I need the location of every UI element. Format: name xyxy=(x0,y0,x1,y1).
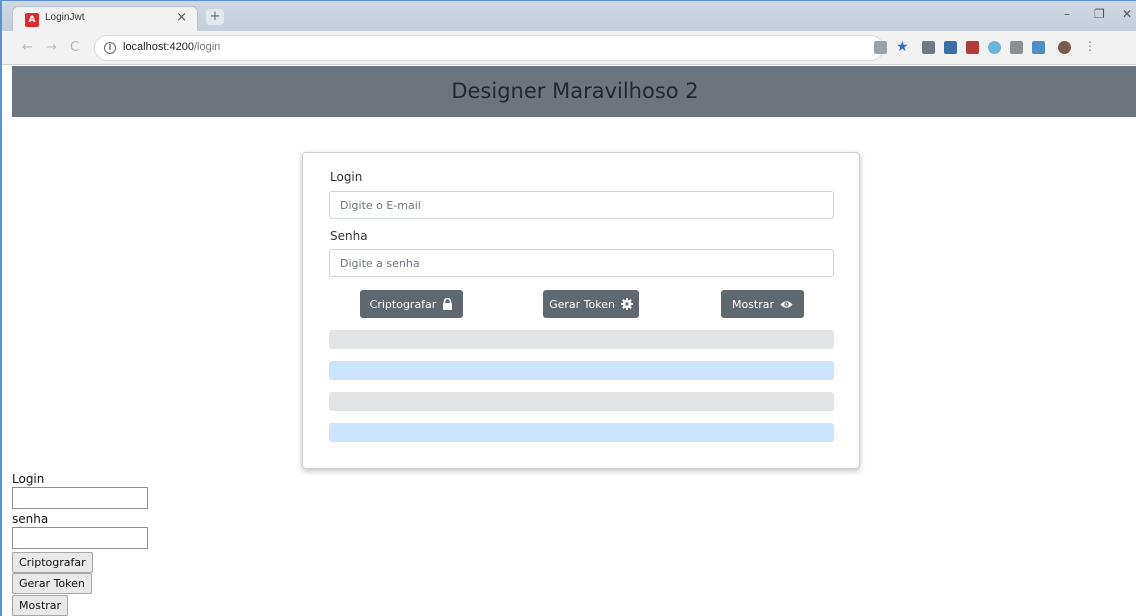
extension-icon[interactable] xyxy=(1010,41,1023,54)
back-button[interactable]: ← xyxy=(22,40,33,55)
extension-icon[interactable] xyxy=(922,41,935,54)
result-alert-gray xyxy=(329,330,834,349)
new-tab-button[interactable]: + xyxy=(206,9,224,25)
result-alert-gray xyxy=(329,392,834,411)
plain-senha-label: senha xyxy=(12,512,49,526)
tab-title: LoginJwt xyxy=(45,12,85,23)
gear-icon xyxy=(620,298,633,310)
result-alert-blue xyxy=(329,361,834,380)
pdf-extension-icon[interactable] xyxy=(966,41,979,54)
url-text: localhost:4200/login xyxy=(123,41,220,53)
url-path: /login xyxy=(193,41,221,53)
extension-icon[interactable] xyxy=(1032,41,1045,54)
plain-login-label: Login xyxy=(12,472,45,486)
login-label: Login xyxy=(330,170,363,184)
tab-close-icon[interactable]: × xyxy=(176,10,187,25)
profile-avatar[interactable] xyxy=(1058,41,1071,54)
eye-icon xyxy=(780,300,793,308)
gerar-token-button[interactable]: Gerar Token xyxy=(543,290,639,318)
plain-gerar-token-button[interactable]: Gerar Token xyxy=(12,573,92,594)
login-card: Login Senha Criptografar Gerar Token Mos… xyxy=(302,152,860,469)
angular-favicon-icon: A xyxy=(25,13,39,27)
forward-button[interactable]: → xyxy=(46,40,57,55)
close-window-button[interactable]: ✕ xyxy=(1122,7,1132,21)
plain-senha-input[interactable] xyxy=(12,527,148,549)
menu-icon[interactable]: ⋮ xyxy=(1084,40,1096,54)
criptografar-button[interactable]: Criptografar xyxy=(360,290,463,318)
email-input[interactable] xyxy=(329,191,834,219)
plain-mostrar-button[interactable]: Mostrar xyxy=(12,595,69,616)
page-title: Designer Maravilhoso 2 xyxy=(451,79,699,103)
mostrar-label: Mostrar xyxy=(731,297,775,311)
extension-icon[interactable] xyxy=(944,41,957,54)
sync-extension-icon[interactable] xyxy=(988,41,1001,54)
gerar-token-label: Gerar Token xyxy=(549,297,615,311)
url-bar[interactable]: i localhost:4200/login xyxy=(94,35,884,61)
plain-login-input[interactable] xyxy=(12,487,148,509)
browser-tab-strip: A LoginJwt × + – ❐ ✕ xyxy=(2,1,1136,31)
reload-button[interactable]: C xyxy=(70,40,79,55)
info-icon[interactable]: i xyxy=(104,42,116,54)
maximize-button[interactable]: ❐ xyxy=(1094,7,1105,21)
minimize-button[interactable]: – xyxy=(1064,7,1070,21)
url-host: localhost:4200 xyxy=(123,41,194,53)
address-bar-row: ← → C i localhost:4200/login ★ ⋮ xyxy=(2,31,1136,65)
result-alert-blue xyxy=(329,423,834,442)
lock-icon xyxy=(443,298,453,310)
translate-icon[interactable] xyxy=(874,41,887,54)
password-input[interactable] xyxy=(329,249,834,277)
star-icon[interactable]: ★ xyxy=(896,39,909,55)
plain-criptografar-button[interactable]: Criptografar xyxy=(12,552,93,573)
browser-tab[interactable]: A LoginJwt × xyxy=(12,6,198,31)
mostrar-button[interactable]: Mostrar xyxy=(721,290,804,318)
criptografar-label: Criptografar xyxy=(369,297,437,311)
senha-label: Senha xyxy=(330,229,368,243)
page-header: Designer Maravilhoso 2 xyxy=(12,66,1136,117)
